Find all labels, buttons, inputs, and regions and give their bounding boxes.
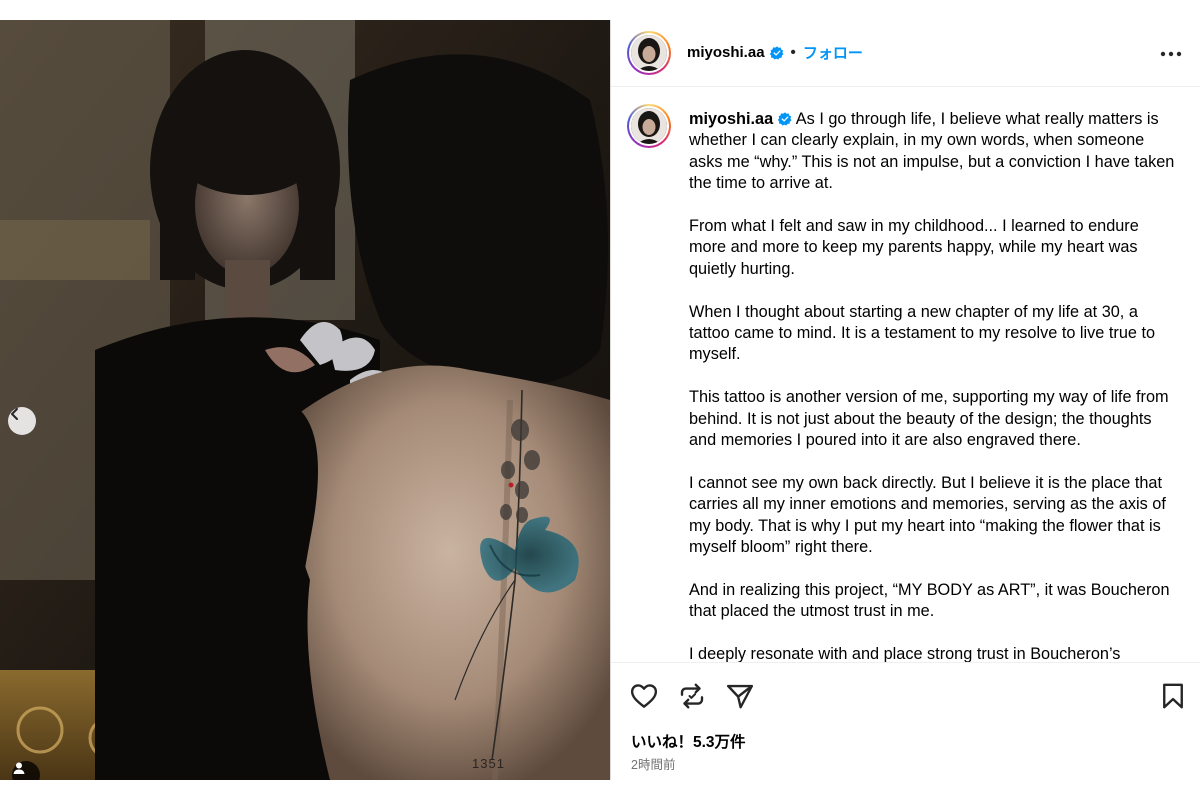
- caption-paragraph: I deeply resonate with and place strong …: [689, 645, 1121, 662]
- share-button[interactable]: [725, 681, 755, 711]
- like-button[interactable]: [629, 681, 659, 711]
- repost-icon: [680, 683, 704, 709]
- chevron-left-icon: [11, 408, 18, 420]
- caption-paragraph: When I thought about starting a new chap…: [689, 302, 1156, 364]
- caption-paragraph: From what I felt and saw in my childhood…: [689, 217, 1139, 278]
- separator-dot: •: [790, 44, 796, 61]
- tattoo-number: 1351: [472, 756, 505, 771]
- repost-button[interactable]: [677, 681, 707, 711]
- caption-paragraph: And in realizing this project, “MY BODY …: [689, 580, 1170, 621]
- header-username[interactable]: miyoshi.aa: [687, 44, 765, 61]
- bookmark-icon: [1163, 683, 1183, 709]
- post-timestamp[interactable]: 2時間前: [631, 754, 675, 773]
- caption-scroll-area[interactable]: miyoshi.aa As I go through life, I belie…: [611, 87, 1200, 662]
- post-image[interactable]: 1351: [0, 20, 610, 780]
- avatar[interactable]: [627, 31, 671, 75]
- post-photo: 1351: [0, 20, 610, 780]
- more-options-icon: [1160, 51, 1182, 57]
- caption-paragraph: I cannot see my own back directly. But I…: [689, 473, 1166, 557]
- post-detail-panel: miyoshi.aa • フォロー miyoshi.aa As I go thr…: [610, 20, 1200, 780]
- more-options-button[interactable]: [1159, 42, 1183, 66]
- post-caption: miyoshi.aa As I go through life, I belie…: [689, 109, 1179, 662]
- save-button[interactable]: [1158, 681, 1188, 711]
- verified-badge-icon: [769, 45, 784, 59]
- action-bar: いいね！5.3万件 2時間前: [611, 662, 1200, 781]
- like-count[interactable]: いいね！5.3万件: [631, 730, 746, 752]
- caption-paragraph: This tattoo is another version of me, su…: [689, 388, 1169, 450]
- send-icon: [726, 684, 754, 709]
- caption-username[interactable]: miyoshi.aa: [689, 110, 773, 128]
- caption-avatar[interactable]: [627, 104, 671, 148]
- verified-badge-icon: [778, 112, 792, 126]
- heart-icon: [630, 684, 658, 708]
- user-tag-icon: [13, 762, 25, 774]
- avatar-image: [631, 35, 667, 71]
- avatar-image: [631, 108, 667, 144]
- carousel-prev-button[interactable]: [8, 407, 36, 435]
- follow-button[interactable]: フォロー: [803, 42, 863, 63]
- post-header: miyoshi.aa • フォロー: [611, 20, 1200, 87]
